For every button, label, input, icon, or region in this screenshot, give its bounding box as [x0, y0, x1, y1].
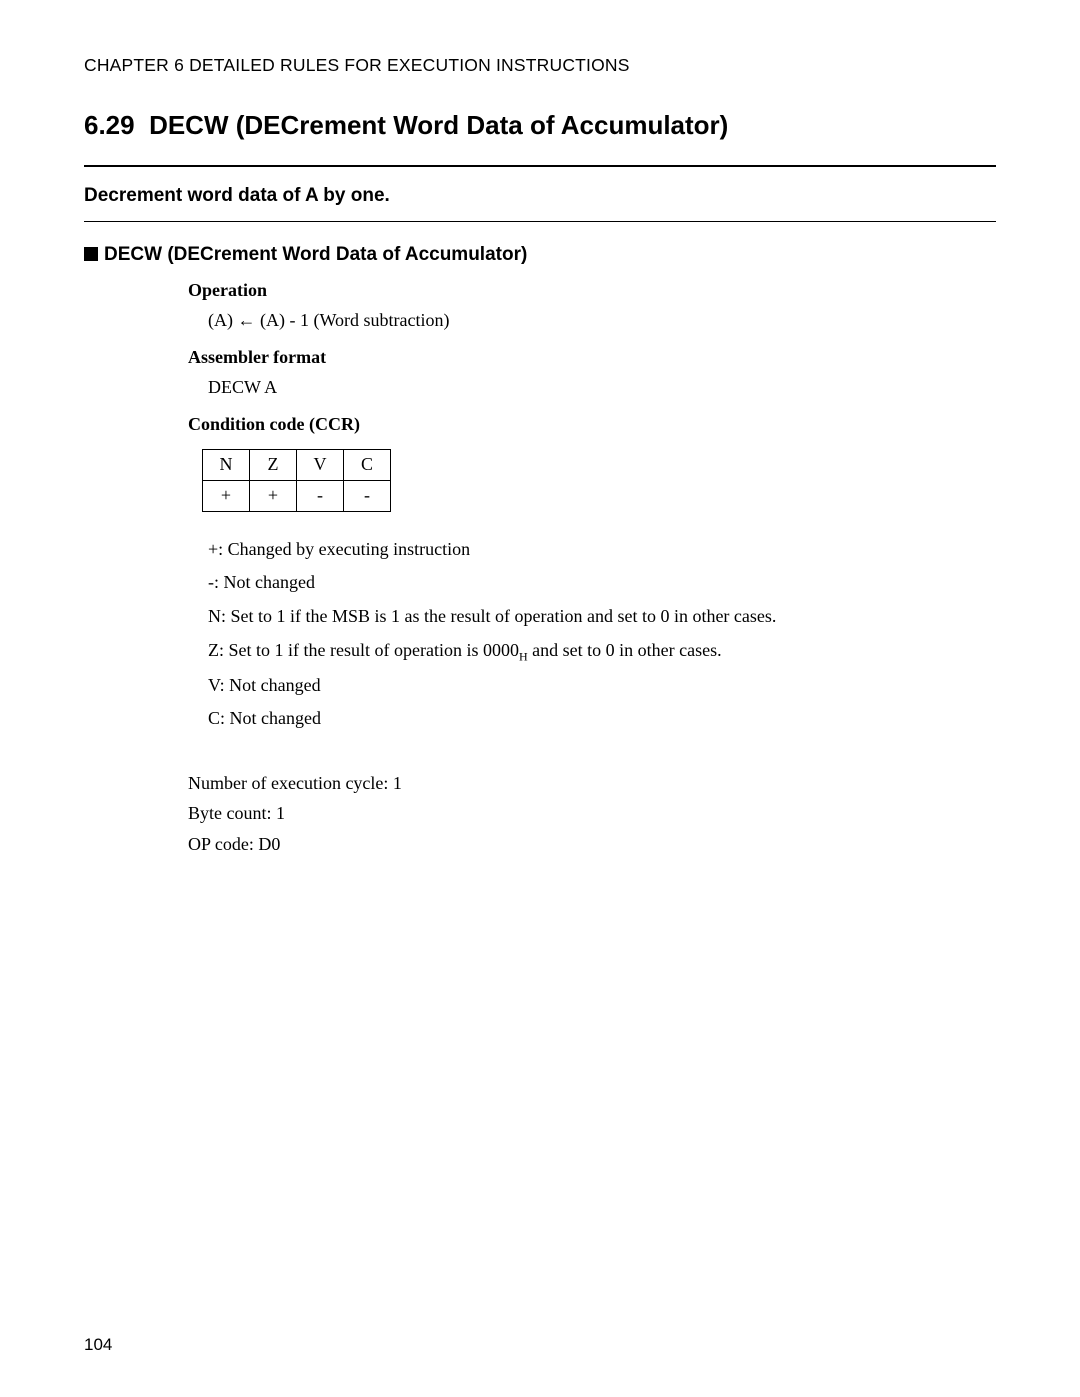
legend-z: Z: Set to 1 if the result of operation i… [208, 635, 996, 667]
operation-text: (A) ← (A) - 1 (Word subtraction) [208, 307, 996, 335]
table-row: N Z V C [203, 449, 391, 480]
chapter-header: CHAPTER 6 DETAILED RULES FOR EXECUTION I… [84, 55, 996, 76]
document-page: CHAPTER 6 DETAILED RULES FOR EXECUTION I… [0, 0, 1080, 1397]
legend-v: V: Not changed [208, 670, 996, 701]
summary-line: Decrement word data of A by one. [84, 185, 996, 207]
legend-n: N: Set to 1 if the MSB is 1 as the resul… [208, 601, 996, 632]
assembler-label: Assembler format [188, 347, 996, 368]
section-number: 6.29 [84, 110, 135, 140]
ccr-header-c: C [344, 449, 391, 480]
divider-mid [84, 221, 996, 222]
ccr-value-n: + [203, 480, 250, 511]
content-block: Operation (A) ← (A) - 1 (Word subtractio… [188, 280, 996, 860]
bullet-square-icon [84, 247, 98, 261]
page-number: 104 [84, 1335, 112, 1355]
legend-z-post: and set to 0 in other cases. [528, 640, 722, 660]
divider-top [84, 165, 996, 167]
ccr-header-v: V [297, 449, 344, 480]
legend-c: C: Not changed [208, 703, 996, 734]
assembler-text: DECW A [208, 374, 996, 402]
section-title-text: DECW (DECrement Word Data of Accumulator… [149, 110, 728, 140]
section-title: 6.29 DECW (DECrement Word Data of Accumu… [84, 110, 996, 141]
operation-label: Operation [188, 280, 996, 301]
op-code: OP code: D0 [188, 829, 996, 860]
exec-cycles: Number of execution cycle: 1 [188, 768, 996, 799]
ccr-value-c: - [344, 480, 391, 511]
ccr-header-n: N [203, 449, 250, 480]
ccr-legend: +: Changed by executing instruction -: N… [208, 534, 996, 734]
subsection-title: DECW (DECrement Word Data of Accumulator… [104, 244, 527, 265]
legend-minus: -: Not changed [208, 567, 996, 598]
instruction-meta: Number of execution cycle: 1 Byte count:… [188, 768, 996, 860]
table-row: + + - - [203, 480, 391, 511]
byte-count: Byte count: 1 [188, 798, 996, 829]
legend-z-pre: Z: Set to 1 if the result of operation i… [208, 640, 519, 660]
ccr-value-v: - [297, 480, 344, 511]
ccr-label: Condition code (CCR) [188, 414, 996, 435]
ccr-header-z: Z [250, 449, 297, 480]
legend-plus: +: Changed by executing instruction [208, 534, 996, 565]
ccr-value-z: + [250, 480, 297, 511]
subsection-heading: DECW (DECrement Word Data of Accumulator… [84, 244, 996, 266]
legend-z-sub: H [519, 649, 528, 663]
ccr-table: N Z V C + + - - [202, 449, 391, 512]
